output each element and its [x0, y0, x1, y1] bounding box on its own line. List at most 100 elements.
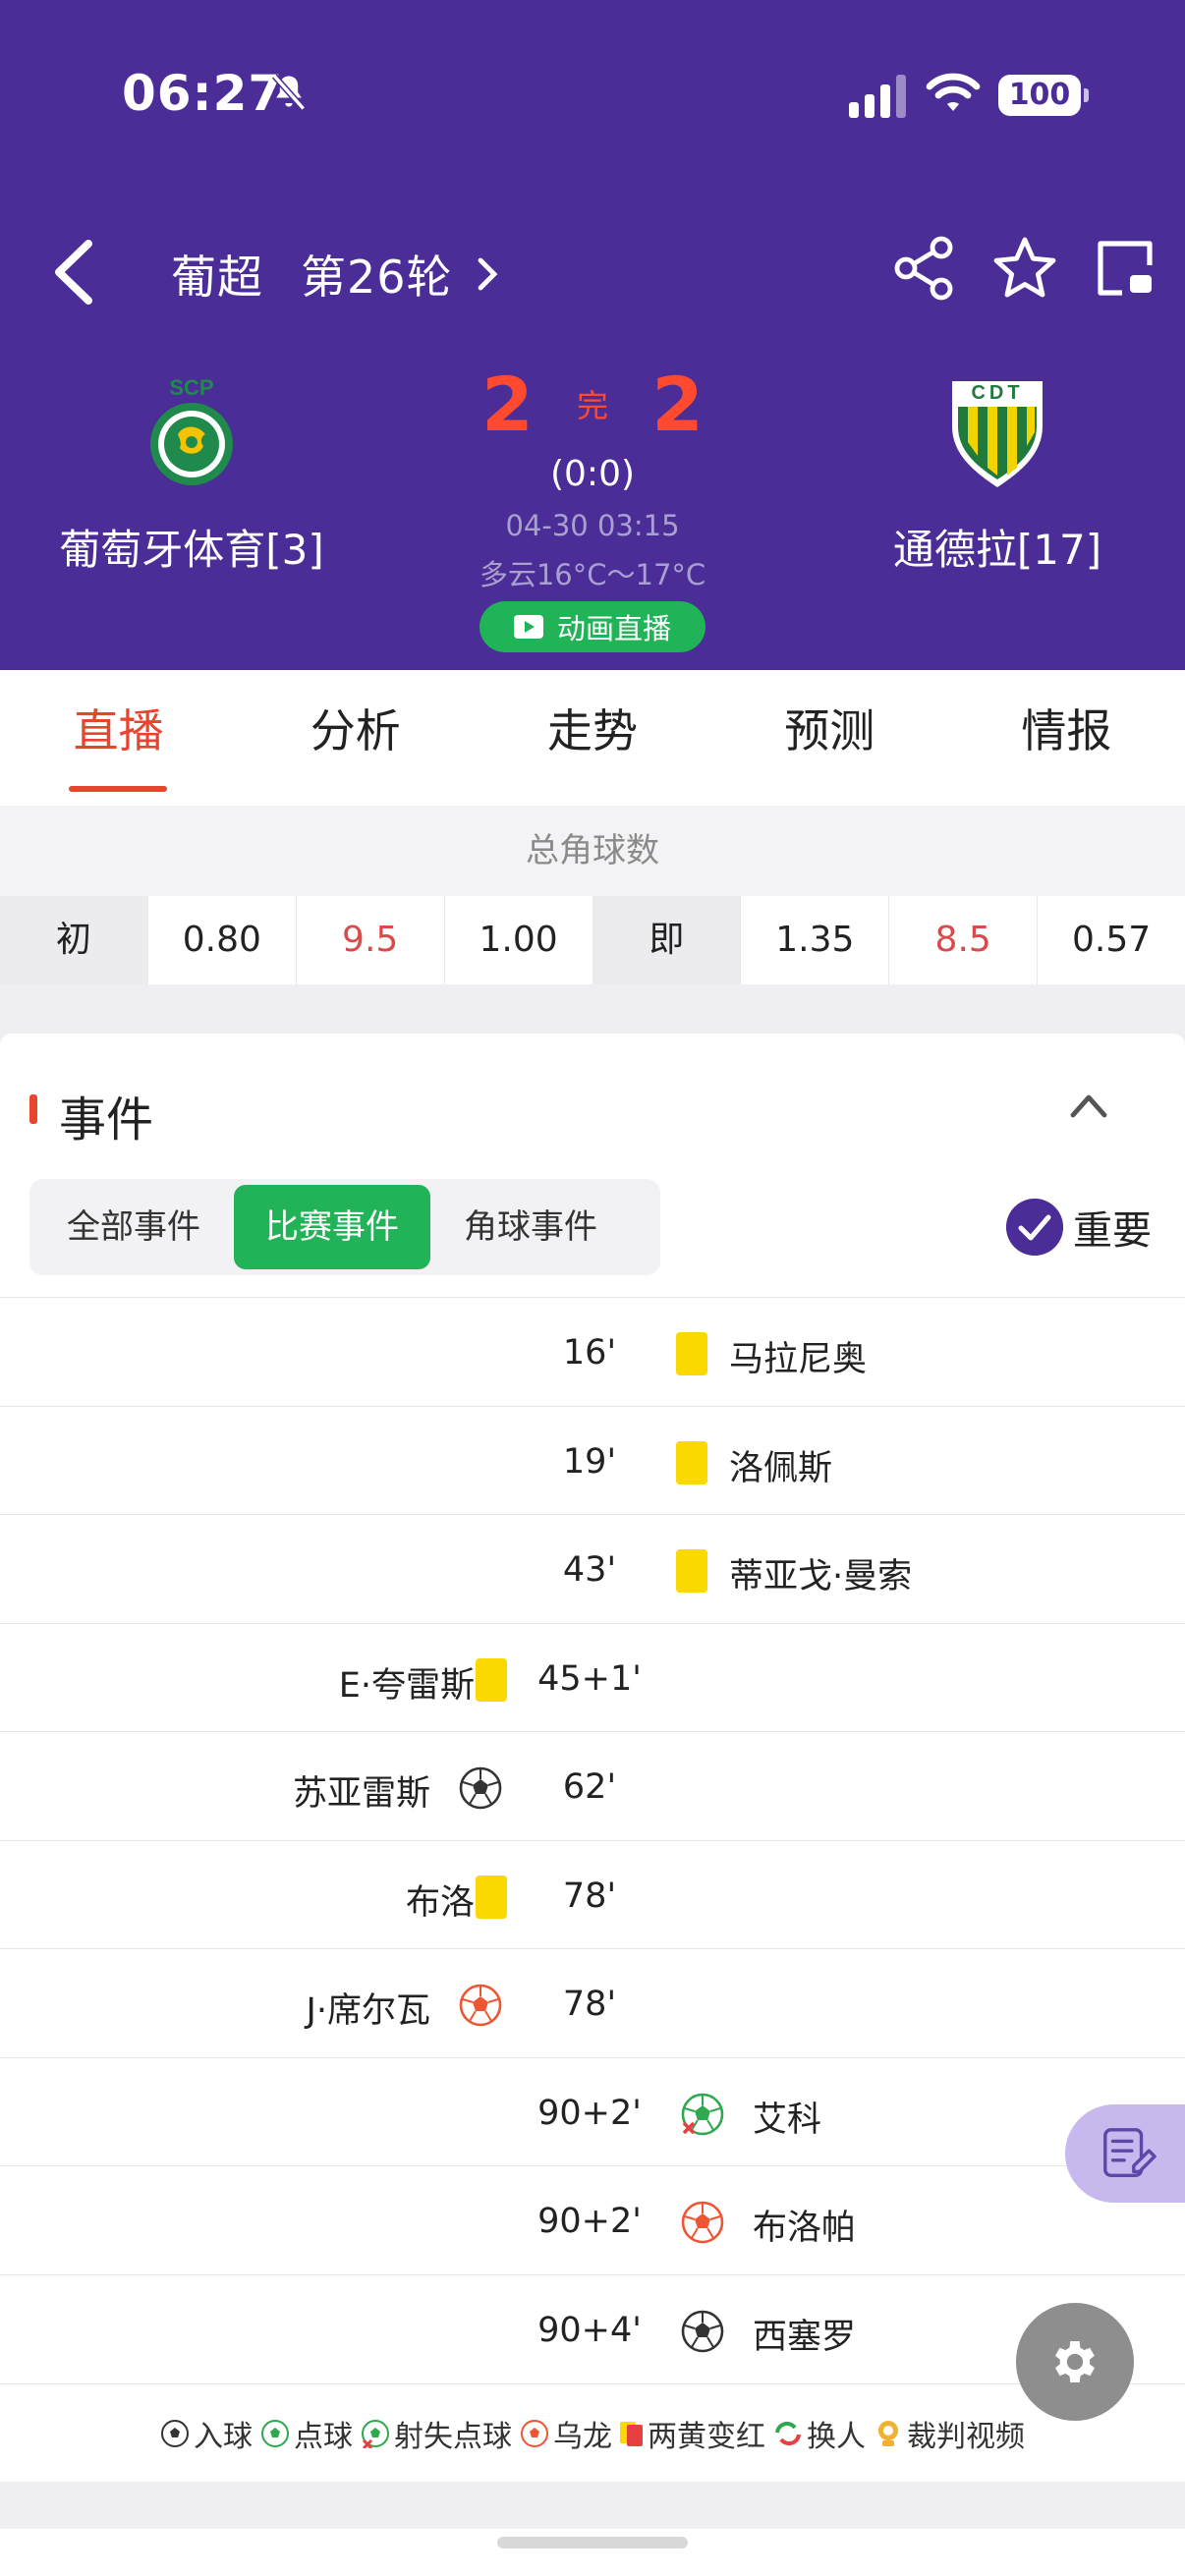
settings-button[interactable] [1016, 2303, 1134, 2421]
ball-icon [161, 2419, 189, 2447]
checkmark-icon [1006, 1199, 1063, 1256]
round-label: 第26轮 [301, 251, 453, 304]
event-row[interactable]: 洛佩斯 19' [0, 1405, 1185, 1515]
away-team-logo: CDT [952, 381, 1043, 487]
event-player: 蒂亚戈·曼索 [729, 1557, 913, 1596]
tab-analysis[interactable]: 分析 [237, 670, 474, 806]
gear-icon [1054, 2341, 1096, 2382]
animation-live-button[interactable]: 动画直播 [480, 601, 705, 652]
filter-match-events[interactable]: 比赛事件 [234, 1185, 430, 1269]
section-accent-bar [29, 1094, 37, 1124]
odds-initial-line: 9.5 [297, 896, 445, 984]
event-minute: 19' [562, 1441, 617, 1482]
event-row[interactable]: 蒂亚戈·曼索 43' [0, 1514, 1185, 1623]
event-row[interactable]: 艾科 90+2' [0, 2056, 1185, 2166]
away-team[interactable]: CDT 通德拉[17] [835, 373, 1159, 577]
tab-trend[interactable]: 走势 [474, 670, 710, 806]
legend-var-label: 裁判视频 [907, 2419, 1025, 2454]
event-legend: 入球 点球 射失点球 乌龙 两黄变红 换人 裁判视频 [0, 2383, 1185, 2482]
status-bar: 06:27 100 [0, 0, 1185, 196]
signal-icon [849, 75, 906, 118]
legend-missed-penalty: 射失点球 [361, 2412, 512, 2455]
event-minute: 78' [562, 1985, 617, 2024]
event-player: 洛佩斯 [729, 1448, 833, 1488]
tab-live[interactable]: 直播 [0, 670, 237, 806]
legend-second-yellow: 两黄变红 [620, 2412, 765, 2455]
league-round-link[interactable]: 葡超 第26轮 [171, 242, 498, 307]
event-row[interactable]: 布洛帕 90+2' [0, 2165, 1185, 2274]
tab-intel[interactable]: 情报 [948, 670, 1185, 806]
legend-substitution-label: 换人 [807, 2419, 866, 2454]
event-player: 马拉尼奥 [729, 1340, 868, 1379]
odds-current-line: 8.5 [889, 896, 1039, 984]
share-icon[interactable] [892, 236, 957, 301]
events-card: 事件 全部事件 比赛事件 角球事件 重要 马拉尼奥 16' 洛佩斯 19' 蒂亚戈·曼索… [0, 1034, 1185, 2482]
legend-var: 裁判视频 [874, 2412, 1025, 2455]
event-player: 苏亚雷斯 [292, 1774, 430, 1814]
animation-live-label: 动画直播 [556, 612, 671, 645]
var-icon [878, 2420, 898, 2446]
odds-current-over: 1.35 [741, 896, 890, 984]
legend-own-goal-label: 乌龙 [553, 2419, 612, 2454]
away-team-name: 通德拉[17] [892, 526, 1102, 574]
filter-corner-events[interactable]: 角球事件 [430, 1185, 631, 1269]
legend-substitution: 换人 [773, 2412, 866, 2455]
event-row[interactable]: 苏亚雷斯 62' [0, 1731, 1185, 1840]
events-title: 事件 [59, 1092, 154, 1148]
match-tabs: 直播 分析 走势 预测 情报 [0, 670, 1185, 806]
svg-text:SCP: SCP [169, 375, 213, 400]
svg-text:CDT: CDT [971, 382, 1023, 404]
own-goal-ball-icon [521, 2419, 548, 2447]
filter-all-events[interactable]: 全部事件 [33, 1185, 234, 1269]
substitution-icon [775, 2421, 801, 2445]
event-filter: 全部事件 比赛事件 角球事件 [29, 1179, 660, 1275]
scoreboard: 2 完 2 [481, 360, 704, 448]
battery-indicator: 100 [998, 75, 1089, 116]
odds-initial-label: 初 [0, 896, 148, 984]
tab-prediction[interactable]: 预测 [711, 670, 948, 806]
wifi-icon [926, 73, 981, 111]
legend-goal-label: 入球 [194, 2419, 253, 2454]
odds-current-label: 即 [592, 896, 742, 984]
important-label: 重要 [1073, 1208, 1152, 1254]
home-indicator[interactable] [497, 2537, 688, 2548]
pip-icon[interactable] [1093, 236, 1157, 301]
event-player: J·席尔瓦 [306, 1991, 430, 2031]
event-minute: 62' [562, 1767, 617, 1807]
penalty-ball-icon [261, 2419, 289, 2447]
star-icon[interactable] [992, 236, 1057, 301]
event-minute: 90+2' [537, 2093, 642, 2133]
event-list: 马拉尼奥 16' 洛佩斯 19' 蒂亚戈·曼索 43' E·夸雷斯马 45+1' 苏亚雷斯 62'… [0, 1297, 1185, 2382]
chevron-up-icon[interactable] [1069, 1091, 1108, 1120]
notes-button[interactable] [1065, 2104, 1185, 2203]
odds-initial-over: 0.80 [148, 896, 297, 984]
play-icon [513, 615, 543, 639]
event-player: 艾科 [753, 2100, 822, 2140]
event-row[interactable]: E·夸雷斯马 45+1' [0, 1622, 1185, 1732]
legend-penalty: 点球 [260, 2412, 353, 2455]
corner-odds-title: 总角球数 [526, 831, 659, 870]
event-minute: 45+1' [537, 1658, 642, 1699]
event-minute: 43' [562, 1550, 617, 1590]
chevron-right-icon [478, 257, 497, 291]
odds-initial-under: 1.00 [445, 896, 593, 984]
back-icon[interactable] [49, 238, 98, 307]
event-player: 布洛帕 [753, 2209, 857, 2248]
corner-odds-row[interactable]: 初 0.80 9.5 1.00 即 1.35 8.5 0.57 [0, 896, 1185, 984]
legend-missed-penalty-label: 射失点球 [394, 2419, 512, 2454]
event-row[interactable]: 西塞罗 90+4' [0, 2273, 1185, 2383]
event-row[interactable]: 马拉尼奥 16' [0, 1297, 1185, 1406]
league-name: 葡超 [171, 251, 263, 304]
home-score: 2 [481, 360, 534, 448]
event-minute: 90+4' [537, 2310, 642, 2350]
match-header: 06:27 100 葡超 第26轮 SCP 葡萄牙体育[3] 2 完 2 (0:… [0, 0, 1185, 670]
legend-penalty-label: 点球 [294, 2419, 353, 2454]
event-minute: 90+2' [537, 2202, 642, 2241]
event-player: 西塞罗 [753, 2317, 857, 2357]
event-row[interactable]: J·席尔瓦 78' [0, 1948, 1185, 2057]
event-row[interactable]: 布洛帕 78' [0, 1839, 1185, 1949]
second-yellow-icon [620, 2420, 644, 2447]
legend-second-yellow-label: 两黄变红 [648, 2419, 765, 2454]
odds-current-under: 0.57 [1071, 920, 1152, 960]
important-toggle[interactable]: 重要 [1006, 1199, 1152, 1256]
